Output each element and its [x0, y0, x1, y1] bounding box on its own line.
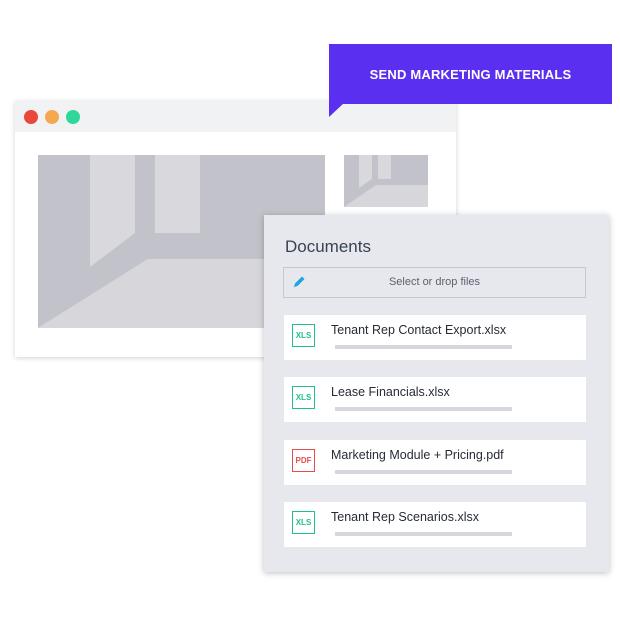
- documents-title: Documents: [285, 237, 371, 256]
- file-progress-bar: [335, 532, 512, 536]
- file-dropzone[interactable]: Select or drop files: [283, 267, 586, 298]
- pdf-file-icon: PDF: [292, 449, 315, 472]
- file-progress-bar: [335, 345, 512, 349]
- xls-file-icon: XLS: [292, 324, 315, 347]
- file-item[interactable]: XLS Tenant Rep Scenarios.xlsx: [284, 502, 586, 547]
- room-thumbnail-placeholder[interactable]: [344, 155, 428, 207]
- file-item[interactable]: XLS Lease Financials.xlsx: [284, 377, 586, 422]
- illustration-stage: SEND MARKETING MATERIALS Documents Selec…: [0, 0, 620, 620]
- file-name: Tenant Rep Scenarios.xlsx: [331, 510, 479, 524]
- close-dot-icon[interactable]: [24, 110, 38, 124]
- xls-file-icon: XLS: [292, 386, 315, 409]
- file-name: Marketing Module + Pricing.pdf: [331, 448, 504, 462]
- file-item[interactable]: XLS Tenant Rep Contact Export.xlsx: [284, 315, 586, 360]
- send-marketing-materials-callout[interactable]: SEND MARKETING MATERIALS: [329, 44, 612, 104]
- file-progress-bar: [335, 407, 512, 411]
- documents-panel: Documents Select or drop files XLS Tenan…: [264, 215, 609, 572]
- xls-file-icon: XLS: [292, 511, 315, 534]
- file-name: Tenant Rep Contact Export.xlsx: [331, 323, 507, 337]
- file-item[interactable]: PDF Marketing Module + Pricing.pdf: [284, 440, 586, 485]
- file-progress-bar: [335, 470, 512, 474]
- callout-pointer: [329, 103, 344, 117]
- callout-label: SEND MARKETING MATERIALS: [369, 66, 572, 82]
- dropzone-label: Select or drop files: [388, 276, 481, 288]
- room-thumbnail-icon: [344, 155, 428, 207]
- minimize-dot-icon[interactable]: [45, 110, 59, 124]
- browser-title-bar: [15, 101, 456, 132]
- file-name: Lease Financials.xlsx: [331, 385, 450, 399]
- maximize-dot-icon[interactable]: [66, 110, 80, 124]
